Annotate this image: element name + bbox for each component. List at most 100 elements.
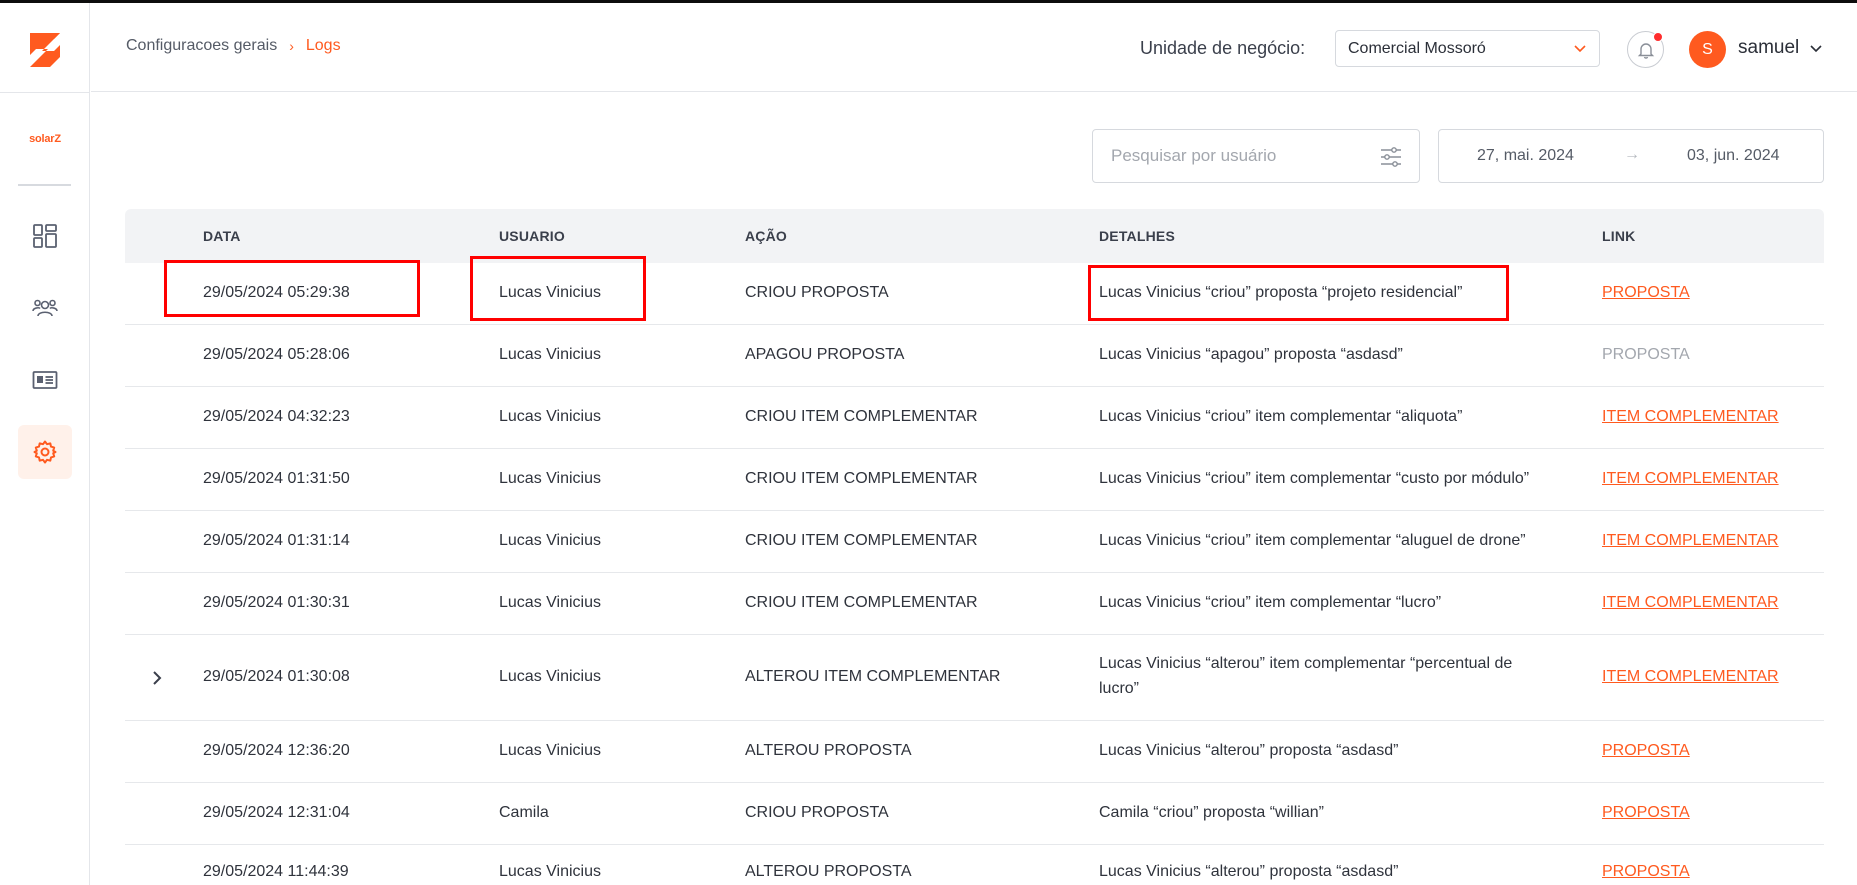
chevron-right-icon[interactable] — [147, 668, 167, 688]
cell-data: 29/05/2024 12:31:04 — [203, 804, 350, 821]
table-row: 29/05/2024 01:30:31 Lucas Vinicius CRIOU… — [125, 573, 1824, 635]
cell-usuario: Lucas Vinicius — [499, 470, 601, 487]
cell-acao: CRIOU ITEM COMPLEMENTAR — [745, 408, 978, 425]
cell-acao: CRIOU PROPOSTA — [745, 804, 889, 821]
cell-usuario: Lucas Vinicius — [499, 594, 601, 611]
cell-usuario: Lucas Vinicius — [499, 863, 601, 880]
sidebar-header-divider — [0, 92, 90, 93]
user-name: samuel — [1738, 37, 1800, 58]
cell-acao: CRIOU ITEM COMPLEMENTAR — [745, 532, 978, 549]
cell-usuario: Lucas Vinicius — [499, 408, 601, 425]
cell-data: 29/05/2024 01:30:31 — [203, 594, 350, 611]
cell-detalhes-continued: lucro” — [1099, 680, 1140, 697]
cell-usuario: Lucas Vinicius — [499, 532, 601, 549]
brand-name: solarZ — [29, 133, 61, 145]
date-end[interactable]: 03, jun. 2024 — [1687, 147, 1780, 165]
notifications-button[interactable] — [1627, 31, 1664, 68]
cell-usuario: Lucas Vinicius — [499, 346, 601, 363]
solarz-logo-icon[interactable] — [26, 29, 64, 71]
table-row: 29/05/2024 05:28:06 Lucas Vinicius APAGO… — [125, 325, 1824, 387]
table-row: 29/05/2024 04:32:23 Lucas Vinicius CRIOU… — [125, 387, 1824, 449]
cell-detalhes: Lucas Vinicius “criou” item complementar… — [1099, 408, 1463, 425]
table-row: 29/05/2024 11:44:39 Lucas Vinicius ALTER… — [125, 845, 1824, 885]
user-search — [1092, 129, 1420, 183]
cell-data: 29/05/2024 05:28:06 — [203, 346, 350, 363]
sidebar-item-dashboard[interactable] — [18, 209, 72, 263]
cell-data: 29/05/2024 04:32:23 — [203, 408, 350, 425]
cell-link[interactable]: ITEM COMPLEMENTAR — [1602, 408, 1779, 426]
cell-detalhes: Lucas Vinicius “alterou” item complement… — [1099, 655, 1513, 672]
cell-detalhes: Lucas Vinicius “criou” item complementar… — [1099, 532, 1526, 549]
users-icon — [32, 299, 58, 317]
bell-icon — [1637, 42, 1654, 59]
notification-badge — [1653, 32, 1663, 42]
cell-acao: ALTEROU ITEM COMPLEMENTAR — [745, 668, 1001, 685]
cell-acao: ALTEROU PROPOSTA — [745, 863, 912, 880]
user-menu[interactable]: samuel — [1738, 37, 1823, 59]
filter-icon[interactable] — [1379, 145, 1403, 169]
sidebar-item-users[interactable] — [18, 281, 72, 335]
column-header-detalhes: DETALHES — [1099, 228, 1176, 244]
cell-link[interactable]: PROPOSTA — [1602, 742, 1690, 760]
cell-link[interactable]: PROPOSTA — [1602, 863, 1690, 881]
sidebar-item-proposals[interactable] — [18, 353, 72, 407]
cell-detalhes: Lucas Vinicius “apagou” proposta “asdasd… — [1099, 346, 1403, 363]
cell-detalhes: Lucas Vinicius “alterou” proposta “asdas… — [1099, 742, 1399, 759]
column-header-data: DATA — [203, 228, 241, 244]
cell-detalhes: Camila “criou” proposta “willian” — [1099, 804, 1324, 821]
cell-acao: CRIOU ITEM COMPLEMENTAR — [745, 594, 978, 611]
date-range-picker[interactable]: 27, mai. 2024 → 03, jun. 2024 — [1438, 129, 1824, 183]
breadcrumb-link-settings[interactable]: Configuracoes gerais — [126, 37, 277, 55]
cell-detalhes: Lucas Vinicius “criou” item complementar… — [1099, 594, 1442, 611]
business-unit-value: Comercial Mossoró — [1348, 39, 1486, 57]
chevron-right-icon: › — [289, 38, 294, 54]
cell-acao: APAGOU PROPOSTA — [745, 346, 905, 363]
column-header-acao: AÇÃO — [745, 228, 788, 244]
table-row: 29/05/2024 05:29:38 Lucas Vinicius CRIOU… — [125, 263, 1824, 325]
chevron-down-icon — [1810, 45, 1822, 53]
cell-link[interactable]: ITEM COMPLEMENTAR — [1602, 594, 1779, 612]
cell-acao: CRIOU PROPOSTA — [745, 284, 889, 301]
table-row: 29/05/2024 01:30:08 Lucas Vinicius ALTER… — [125, 635, 1824, 721]
table-header: DATA USUARIO AÇÃO DETALHES LINK — [125, 209, 1824, 263]
table-row: 29/05/2024 12:36:20 Lucas Vinicius ALTER… — [125, 721, 1824, 783]
sidebar-separator — [18, 184, 71, 186]
chevron-down-icon — [1574, 45, 1586, 53]
business-unit-select[interactable]: Comercial Mossoró — [1335, 30, 1600, 67]
cell-link[interactable]: PROPOSTA — [1602, 804, 1690, 822]
cell-link[interactable]: ITEM COMPLEMENTAR — [1602, 532, 1779, 550]
cell-usuario: Camila — [499, 804, 549, 821]
business-unit-label: Unidade de negócio: — [1140, 38, 1306, 58]
newspaper-icon — [32, 371, 58, 389]
cell-link[interactable]: ITEM COMPLEMENTAR — [1602, 470, 1779, 488]
cell-detalhes: Lucas Vinicius “alterou” proposta “asdas… — [1099, 863, 1399, 880]
cell-data: 29/05/2024 01:30:08 — [203, 668, 350, 685]
table-row: 29/05/2024 01:31:14 Lucas Vinicius CRIOU… — [125, 511, 1824, 573]
cell-data: 29/05/2024 12:36:20 — [203, 742, 350, 759]
logs-table: DATA USUARIO AÇÃO DETALHES LINK 29/05/20… — [125, 209, 1824, 885]
column-header-link: LINK — [1602, 228, 1636, 244]
avatar[interactable]: S — [1689, 31, 1726, 68]
cell-acao: CRIOU ITEM COMPLEMENTAR — [745, 470, 978, 487]
cell-data: 29/05/2024 11:44:39 — [203, 863, 349, 880]
search-input[interactable] — [1111, 146, 1371, 166]
cell-link: PROPOSTA — [1602, 346, 1690, 363]
cell-data: 29/05/2024 01:31:50 — [203, 470, 350, 487]
cell-detalhes: Lucas Vinicius “criou” item complementar… — [1099, 470, 1530, 487]
top-header: Configuracoes gerais › Logs Unidade de n… — [91, 3, 1857, 92]
sidebar: solarZ — [0, 3, 90, 885]
cell-data: 29/05/2024 01:31:14 — [203, 532, 350, 549]
cell-acao: ALTEROU PROPOSTA — [745, 742, 912, 759]
cell-link[interactable]: ITEM COMPLEMENTAR — [1602, 668, 1779, 686]
cell-usuario: Lucas Vinicius — [499, 668, 601, 685]
gear-icon — [33, 440, 57, 464]
cell-link[interactable]: PROPOSTA — [1602, 284, 1690, 302]
table-row: 29/05/2024 12:31:04 Camila CRIOU PROPOST… — [125, 783, 1824, 845]
table-row: 29/05/2024 01:31:50 Lucas Vinicius CRIOU… — [125, 449, 1824, 511]
column-header-usuario: USUARIO — [499, 228, 565, 244]
cell-data: 29/05/2024 05:29:38 — [203, 284, 350, 301]
date-start[interactable]: 27, mai. 2024 — [1477, 147, 1574, 165]
dashboard-icon — [33, 224, 57, 248]
sidebar-item-settings[interactable] — [18, 425, 72, 479]
breadcrumb-current: Logs — [305, 37, 341, 54]
